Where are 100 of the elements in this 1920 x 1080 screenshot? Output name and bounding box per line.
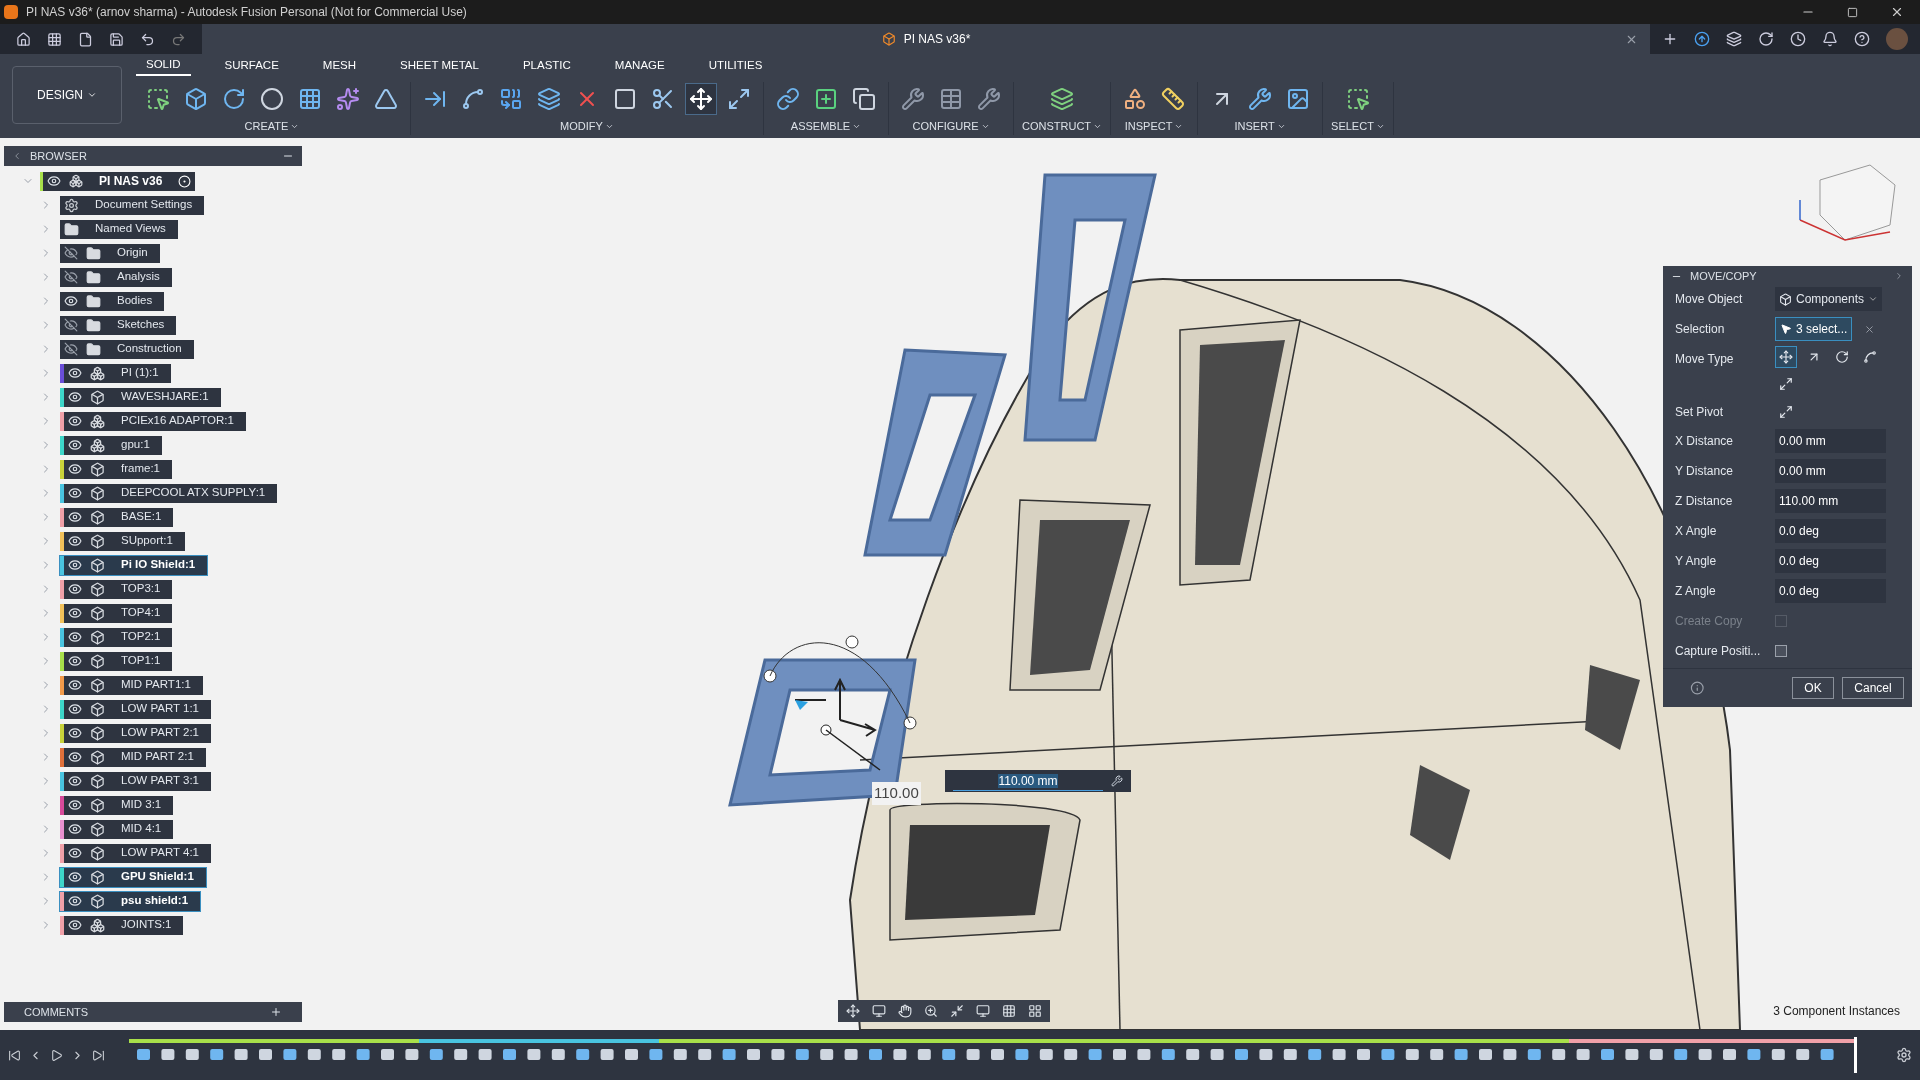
tree-item[interactable]: Origin (60, 243, 160, 263)
playback-button[interactable] (8, 1048, 21, 1062)
eye-icon[interactable] (68, 486, 82, 500)
tool-group-menu[interactable]: CONFIGURE (912, 118, 990, 135)
tree-item[interactable]: LOW PART 3:1 (60, 771, 211, 791)
ok-button[interactable]: OK (1792, 677, 1834, 699)
clear-icon[interactable] (1864, 323, 1876, 335)
eye-icon[interactable] (68, 774, 82, 788)
tool-group-menu[interactable]: ASSEMBLE (790, 118, 862, 135)
tool-group-menu[interactable]: INSERT (1234, 118, 1286, 135)
eye-icon[interactable] (68, 870, 82, 884)
tree-item[interactable]: PCIEx16 ADAPTOR:1 (60, 411, 246, 431)
eye-icon[interactable] (68, 462, 82, 476)
view-tool-icon[interactable] (846, 1004, 860, 1018)
tree-item[interactable]: gpu:1 (60, 435, 162, 455)
cancel-button[interactable]: Cancel (1842, 677, 1904, 699)
tree-item[interactable]: Analysis (60, 267, 172, 287)
toolbar-tab[interactable]: MANAGE (604, 56, 675, 76)
eye-icon[interactable] (68, 750, 82, 764)
tree-item[interactable]: MID PART 2:1 (60, 747, 206, 767)
workspace-dropdown[interactable]: DESIGN (12, 66, 122, 124)
close-icon[interactable] (1890, 5, 1904, 19)
eye-icon[interactable] (68, 678, 82, 692)
tree-item[interactable]: PI NAS v36 (40, 171, 196, 191)
tree-item[interactable]: Named Views (60, 219, 178, 239)
move-tool-button[interactable] (685, 83, 717, 115)
tool-group-menu[interactable]: CREATE (244, 118, 300, 135)
playback-button[interactable] (92, 1048, 105, 1062)
eye-icon[interactable] (68, 582, 82, 596)
value-field[interactable]: 0.00 mm (1775, 429, 1886, 453)
eye-icon[interactable] (68, 510, 82, 524)
tree-item[interactable]: MID 3:1 (60, 795, 174, 815)
grid-icon[interactable] (47, 31, 62, 47)
view-tool-icon[interactable] (898, 1004, 912, 1018)
crossed-eye-icon[interactable] (64, 318, 78, 332)
tool-group-menu[interactable]: INSPECT (1124, 118, 1184, 135)
tree-item[interactable]: frame:1 (60, 459, 172, 479)
eye-icon[interactable] (47, 174, 61, 188)
tree-item[interactable]: LOW PART 4:1 (60, 843, 211, 863)
settings-icon[interactable] (1896, 1047, 1912, 1063)
eye-icon[interactable] (64, 294, 78, 308)
tree-item[interactable]: Pi IO Shield:1 (60, 555, 208, 575)
move-type-button[interactable] (1775, 346, 1797, 368)
dimension-input-field[interactable]: 110.00 mm (945, 770, 1131, 792)
toolbar-tab[interactable]: PLASTIC (512, 56, 581, 76)
eye-icon[interactable] (68, 606, 82, 620)
value-field[interactable]: 0.0 deg (1775, 519, 1886, 543)
eye-icon[interactable] (68, 390, 82, 404)
redo-icon[interactable] (171, 31, 186, 47)
view-tool-icon[interactable] (1002, 1004, 1016, 1018)
tree-item[interactable]: WAVESHJARE:1 (60, 387, 221, 407)
toolbar-tab[interactable]: SOLID (136, 56, 191, 76)
history-icon[interactable] (1790, 31, 1806, 47)
eye-icon[interactable] (68, 630, 82, 644)
tree-item[interactable]: GPU Shield:1 (60, 867, 206, 887)
toolbar-tab[interactable]: SURFACE (214, 56, 289, 76)
tree-item[interactable]: JOINTS:1 (60, 915, 184, 935)
tree-item[interactable]: LOW PART 1:1 (60, 699, 211, 719)
eye-icon[interactable] (68, 702, 82, 716)
tree-item[interactable]: BASE:1 (60, 507, 174, 527)
toolbar-tab[interactable]: SHEET METAL (390, 56, 489, 76)
eye-icon[interactable] (68, 558, 82, 572)
sync-icon[interactable] (1758, 31, 1774, 47)
eye-icon[interactable] (68, 414, 82, 428)
restore-icon[interactable] (1847, 6, 1858, 18)
tree-item[interactable]: psu shield:1 (60, 891, 201, 911)
eye-icon[interactable] (68, 918, 82, 932)
tree-item[interactable]: MID 4:1 (60, 819, 174, 839)
extensions-icon[interactable] (1726, 31, 1742, 47)
document-tab[interactable]: PI NAS v36* (202, 24, 1650, 54)
tree-item[interactable]: Sketches (60, 315, 177, 335)
view-tool-icon[interactable] (872, 1004, 886, 1018)
save-icon[interactable] (109, 31, 124, 47)
tree-item[interactable]: MID PART1:1 (60, 675, 203, 695)
tree-item[interactable]: Construction (60, 339, 194, 359)
tool-group-menu[interactable]: SELECT (1331, 118, 1385, 135)
tree-item[interactable]: Bodies (60, 291, 165, 311)
active-radio-icon[interactable] (178, 174, 192, 188)
undo-icon[interactable] (140, 31, 155, 47)
view-tool-icon[interactable] (950, 1004, 964, 1018)
value-field[interactable]: 0.00 mm (1775, 459, 1886, 483)
eye-icon[interactable] (68, 822, 82, 836)
file-icon[interactable] (78, 31, 93, 47)
add-comment-icon[interactable] (270, 1006, 282, 1018)
value-field[interactable]: 110.00 mm (1775, 489, 1886, 513)
checkbox[interactable] (1775, 645, 1787, 657)
new-tab-icon[interactable] (1662, 31, 1678, 47)
value-field[interactable]: 0.0 deg (1775, 579, 1886, 603)
toolbar-tab[interactable]: UTILITIES (698, 56, 773, 76)
notifications-icon[interactable] (1822, 31, 1838, 47)
home-icon[interactable] (16, 31, 31, 47)
eye-icon[interactable] (68, 798, 82, 812)
selection-field[interactable]: 3 select... (1775, 317, 1853, 341)
eye-icon[interactable] (68, 438, 82, 452)
eye-icon[interactable] (68, 366, 82, 380)
tree-item[interactable]: DEEPCOOL ATX SUPPLY:1 (60, 483, 278, 503)
tool-group-menu[interactable]: MODIFY (560, 118, 614, 135)
value-field[interactable]: 0.0 deg (1775, 549, 1886, 573)
tree-item[interactable]: PI (1):1 (60, 363, 171, 383)
view-tool-icon[interactable] (976, 1004, 990, 1018)
